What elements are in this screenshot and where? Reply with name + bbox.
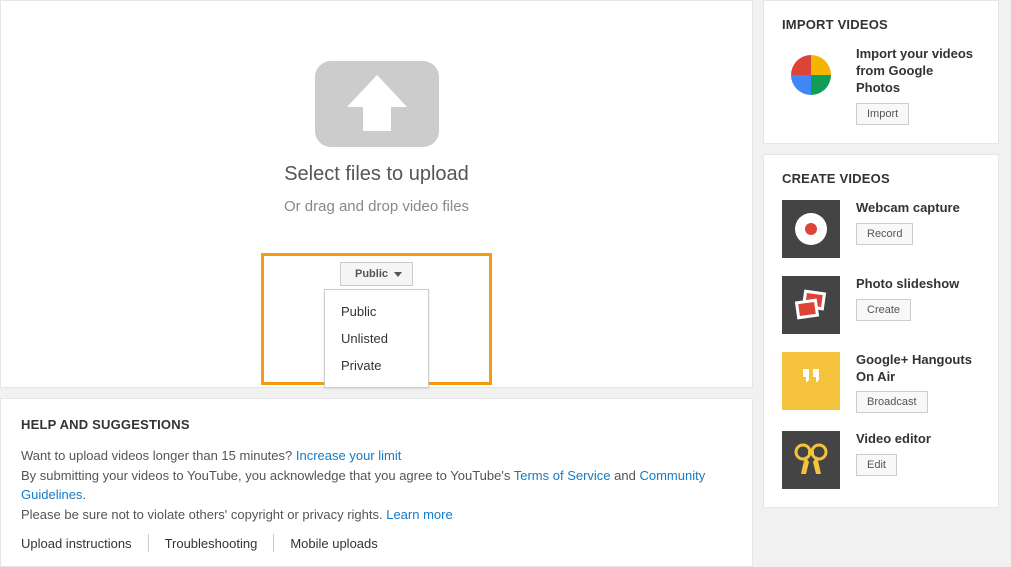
editor-title: Video editor [856, 431, 931, 448]
upload-heading: Select files to upload [284, 163, 469, 186]
learn-more-link[interactable]: Learn more [386, 507, 452, 522]
upload-dropzone[interactable]: Select files to upload Or drag and drop … [0, 0, 753, 388]
privacy-selected-label: Public [355, 268, 388, 280]
privacy-option-public[interactable]: Public [325, 298, 428, 325]
mobile-uploads-link[interactable]: Mobile uploads [274, 536, 393, 551]
import-heading: IMPORT VIDEOS [782, 17, 980, 32]
increase-limit-link[interactable]: Increase your limit [296, 448, 401, 463]
help-heading: HELP AND SUGGESTIONS [21, 417, 732, 432]
privacy-highlight-box: Public Public Unlisted Private [261, 253, 492, 385]
create-heading: CREATE VIDEOS [782, 171, 980, 186]
upload-subheading: Or drag and drop video files [284, 198, 469, 215]
import-button[interactable]: Import [856, 103, 909, 125]
troubleshooting-link[interactable]: Troubleshooting [149, 536, 274, 551]
privacy-dropdown-button[interactable]: Public [340, 262, 413, 286]
privacy-dropdown-menu: Public Unlisted Private [324, 289, 429, 388]
webcam-icon [782, 200, 840, 258]
slideshow-icon [782, 276, 840, 334]
google-photos-icon [782, 46, 840, 104]
create-videos-card: CREATE VIDEOS Webcam capture Record [763, 154, 999, 509]
upload-instructions-link[interactable]: Upload instructions [21, 536, 148, 551]
edit-button[interactable]: Edit [856, 454, 897, 476]
webcam-title: Webcam capture [856, 200, 960, 217]
privacy-option-unlisted[interactable]: Unlisted [325, 325, 428, 352]
slideshow-title: Photo slideshow [856, 276, 959, 293]
create-button[interactable]: Create [856, 299, 911, 321]
import-title: Import your videos from Google Photos [856, 46, 980, 97]
terms-of-service-link[interactable]: Terms of Service [514, 468, 611, 483]
hangouts-icon [782, 352, 840, 410]
privacy-option-private[interactable]: Private [325, 352, 428, 379]
help-text: Want to upload videos longer than 15 min… [21, 446, 732, 524]
editor-icon [782, 431, 840, 489]
import-videos-card: IMPORT VIDEOS Import your videos from Go… [763, 0, 999, 144]
broadcast-button[interactable]: Broadcast [856, 391, 928, 413]
help-card: HELP AND SUGGESTIONS Want to upload vide… [0, 398, 753, 567]
record-button[interactable]: Record [856, 223, 913, 245]
caret-down-icon [394, 272, 402, 277]
upload-arrow-icon [315, 61, 439, 147]
hangouts-title: Google+ Hangouts On Air [856, 352, 980, 386]
